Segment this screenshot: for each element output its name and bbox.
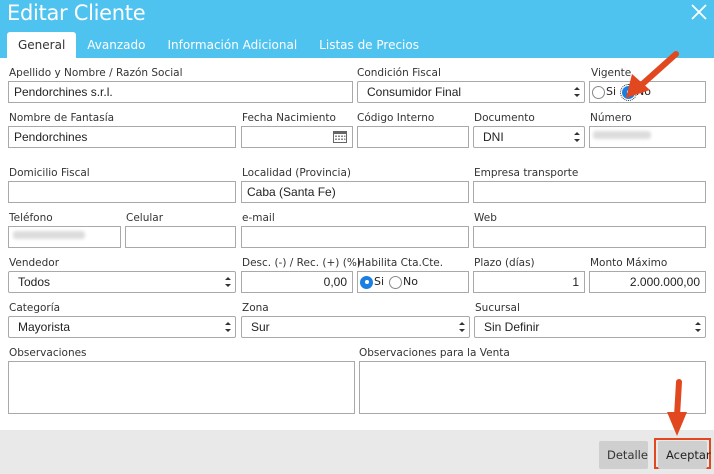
nombre-fantasia-input[interactable]: Pendorchines <box>8 126 236 148</box>
empresa-transporte-input[interactable] <box>473 181 706 203</box>
observaciones-venta-textarea[interactable] <box>359 361 706 414</box>
sucursal-select[interactable]: Sin Definir <box>474 316 706 338</box>
vigente-si-radio[interactable] <box>592 85 605 99</box>
desc-rec-input[interactable]: 0,00 <box>241 271 353 293</box>
select-arrows-icon <box>225 277 231 287</box>
vigente-si-label: Si <box>606 85 617 98</box>
email-label: e-mail <box>242 212 275 224</box>
apellido-nombre-input[interactable]: Pendorchines s.r.l. <box>8 81 353 103</box>
telefono-label: Teléfono <box>9 212 53 224</box>
dialog-title: Editar Cliente <box>7 1 146 25</box>
nombre-fantasia-label: Nombre de Fantasía <box>9 112 115 124</box>
redacted-phone <box>13 231 85 239</box>
observaciones-label: Observaciones <box>9 347 87 359</box>
categoria-select[interactable]: Mayorista <box>8 316 236 338</box>
numero-label: Número <box>590 112 632 124</box>
tab-bar: General Avanzado Información Adicional L… <box>7 32 430 58</box>
condicion-fiscal-label: Condición Fiscal <box>357 67 441 79</box>
zona-select[interactable]: Sur <box>241 316 470 338</box>
celular-input[interactable] <box>125 226 236 248</box>
select-arrows-icon <box>225 322 231 332</box>
monto-maximo-input[interactable]: 2.000.000,00 <box>589 271 706 293</box>
apellido-nombre-label: Apellido y Nombre / Razón Social <box>9 67 183 79</box>
redacted-number <box>593 131 651 139</box>
habilita-cta-no-radio[interactable] <box>389 275 403 289</box>
select-arrows-icon <box>695 322 701 332</box>
vigente-no-radio[interactable] <box>620 83 638 101</box>
tab-general[interactable]: General <box>7 32 77 58</box>
tab-avanzado[interactable]: Avanzado <box>76 32 156 58</box>
fecha-nacimiento-label: Fecha Nacimiento <box>242 112 336 124</box>
select-arrows-icon <box>459 322 465 332</box>
sucursal-value: Sin Definir <box>484 320 540 334</box>
select-arrows-icon <box>574 87 580 97</box>
web-label: Web <box>474 212 497 224</box>
habilita-cta-si-label: Si <box>374 275 385 288</box>
domicilio-fiscal-label: Domicilio Fiscal <box>9 167 90 179</box>
categoria-label: Categoría <box>9 302 61 314</box>
dialog-header: Editar Cliente General Avanzado Informac… <box>0 0 714 58</box>
habilita-cta-radio-group: Si No <box>357 271 469 293</box>
plazo-input[interactable]: 1 <box>473 271 585 293</box>
observaciones-venta-label: Observaciones para la Venta <box>359 347 510 359</box>
tab-informacion-adicional[interactable]: Información Adicional <box>156 32 308 58</box>
zona-value: Sur <box>251 320 270 334</box>
select-arrows-icon <box>574 132 580 142</box>
plazo-label: Plazo (días) <box>474 257 535 269</box>
categoria-value: Mayorista <box>18 320 71 334</box>
condicion-fiscal-value: Consumidor Final <box>367 85 462 99</box>
domicilio-fiscal-input[interactable] <box>8 181 236 203</box>
vigente-label: Vigente <box>591 67 632 79</box>
celular-label: Celular <box>126 212 164 224</box>
documento-select[interactable]: DNI <box>473 126 585 148</box>
zona-label: Zona <box>242 302 269 314</box>
vendedor-select[interactable]: Todos <box>8 271 236 293</box>
localidad-label: Localidad (Provincia) <box>242 167 351 179</box>
vendedor-value: Todos <box>18 275 51 289</box>
email-input[interactable] <box>241 226 469 248</box>
observaciones-textarea[interactable] <box>8 361 355 414</box>
close-icon[interactable] <box>689 2 709 22</box>
empresa-transporte-label: Empresa transporte <box>474 167 579 179</box>
codigo-interno-label: Código Interno <box>357 112 435 124</box>
codigo-interno-input[interactable] <box>357 126 469 148</box>
condicion-fiscal-select[interactable]: Consumidor Final <box>357 81 585 103</box>
habilita-cta-no-label: No <box>403 275 419 288</box>
calendar-icon[interactable] <box>333 130 347 143</box>
aceptar-button[interactable]: Aceptar <box>658 441 711 469</box>
vigente-radio-group: Si No <box>589 81 706 103</box>
habilita-cta-label: Habilita Cta.Cte. <box>357 257 444 269</box>
vendedor-label: Vendedor <box>9 257 60 269</box>
documento-label: Documento <box>474 112 535 124</box>
web-input[interactable] <box>473 226 706 248</box>
desc-rec-label: Desc. (-) / Rec. (+) (%) <box>242 257 361 269</box>
monto-maximo-label: Monto Máximo <box>590 257 668 269</box>
vigente-no-label: No <box>636 85 652 98</box>
habilita-cta-si-radio[interactable] <box>360 275 373 289</box>
detalle-button[interactable]: Detalle <box>599 441 648 469</box>
localidad-input[interactable]: Caba (Santa Fe) <box>241 181 469 203</box>
sucursal-label: Sucursal <box>475 302 520 314</box>
documento-value: DNI <box>483 130 504 144</box>
tab-listas-de-precios[interactable]: Listas de Precios <box>308 32 430 58</box>
